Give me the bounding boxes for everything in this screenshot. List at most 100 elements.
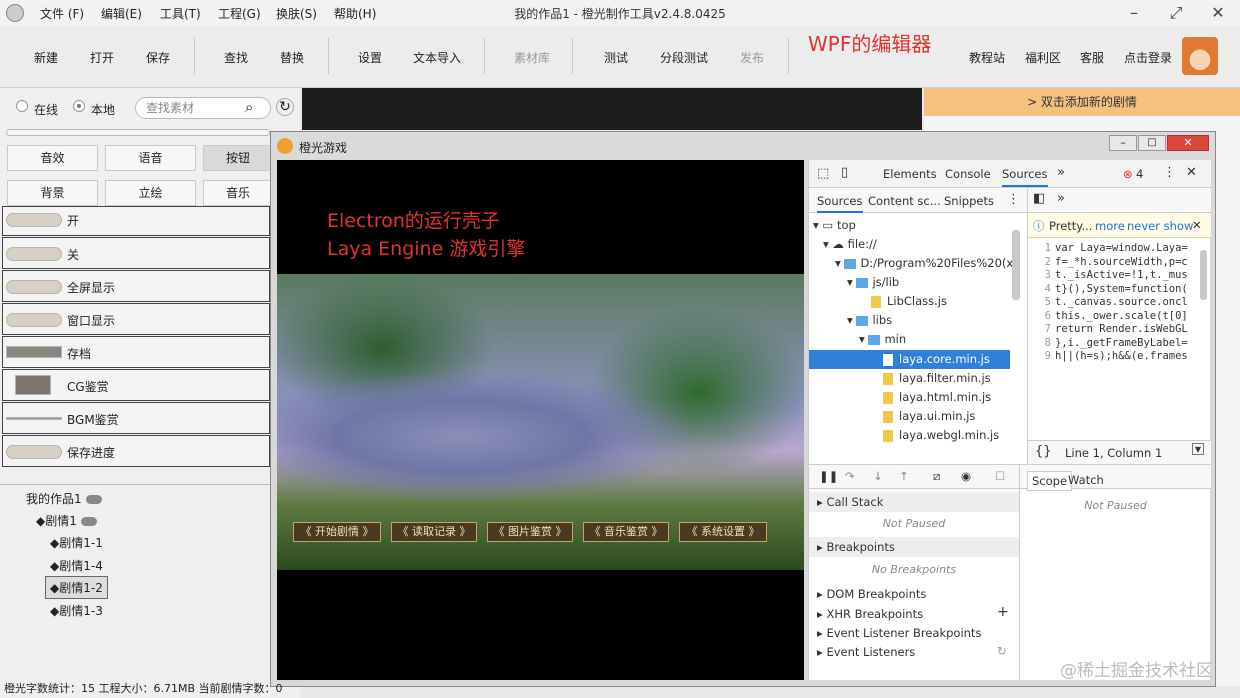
minimize-icon[interactable]: –	[1122, 2, 1146, 24]
cat-music[interactable]: 音乐	[203, 180, 273, 206]
segment-test-button[interactable]: 分段测试	[660, 49, 708, 66]
kebab-menu-icon[interactable]: ⋮	[1163, 165, 1176, 180]
dom-breakpoints-header[interactable]: ▸ DOM Breakpoints	[817, 587, 926, 601]
asset-item[interactable]: 全屏显示	[2, 270, 270, 302]
tab-watch[interactable]: Watch	[1068, 473, 1104, 487]
tab-console[interactable]: Console	[945, 167, 991, 181]
support-link[interactable]: 客服	[1080, 49, 1104, 66]
tutorial-link[interactable]: 教程站	[969, 49, 1005, 66]
pause-icon[interactable]: ❚❚	[819, 469, 838, 483]
load-record-button[interactable]: 《 读取记录 》	[391, 522, 477, 542]
subtab-content-scripts[interactable]: Content sc...	[868, 194, 941, 208]
inspect-icon[interactable]: ⬚	[817, 166, 829, 181]
deactivate-breakpoints-icon[interactable]: ⧄	[933, 469, 940, 484]
tree-jslib[interactable]: ▾ js/lib	[847, 275, 899, 289]
pause-on-exceptions-icon[interactable]: ◉	[961, 469, 971, 483]
system-settings-button[interactable]: 《 系统设置 》	[679, 522, 767, 542]
save-button[interactable]: 保存	[146, 49, 170, 66]
navigator-scrollbar[interactable]	[1012, 230, 1020, 300]
category-scrollbar[interactable]	[6, 129, 270, 136]
close-icon[interactable]: ✕	[1167, 135, 1209, 151]
tree-min[interactable]: ▾ min	[859, 332, 906, 346]
navigator-menu-icon[interactable]: ⋮	[1007, 192, 1020, 207]
tree-child[interactable]: ◆剧情1-4	[50, 557, 103, 574]
online-radio[interactable]	[16, 100, 28, 112]
refresh-icon[interactable]: ↻	[276, 98, 294, 116]
find-button[interactable]: 查找	[224, 49, 248, 66]
collapse-icon[interactable]	[80, 517, 97, 526]
welfare-link[interactable]: 福利区	[1025, 49, 1061, 66]
tree-file-item[interactable]: laya.webgl.min.js	[883, 428, 999, 442]
asset-item[interactable]: 开	[2, 206, 270, 236]
tree-file-item[interactable]: laya.ui.min.js	[883, 409, 975, 423]
event-listeners-header[interactable]: ▸ Event Listeners	[817, 645, 915, 659]
asset-library-button[interactable]: 素材库	[514, 49, 550, 66]
subtab-sources[interactable]: Sources	[817, 194, 863, 213]
login-link[interactable]: 点击登录	[1124, 49, 1172, 66]
error-icon[interactable]: ⊗	[1123, 167, 1133, 181]
tree-child-selected[interactable]: ◆剧情1-2	[45, 576, 108, 599]
asset-item[interactable]: CG鉴赏	[2, 369, 270, 401]
settings-button[interactable]: 设置	[358, 49, 382, 66]
tree-libs[interactable]: ▾ libs	[847, 313, 892, 327]
gallery-button[interactable]: 《 图片鉴赏 》	[487, 522, 573, 542]
add-scene-hint[interactable]: > 双击添加新的剧情	[924, 88, 1240, 116]
close-infobar-icon[interactable]: ✕	[1192, 218, 1202, 232]
local-radio[interactable]	[73, 100, 85, 112]
maximize-icon[interactable]: □	[1138, 135, 1166, 151]
call-stack-header[interactable]: ▸ Call Stack	[809, 492, 1019, 512]
tree-root[interactable]: 我的作品1	[26, 490, 102, 507]
device-toggle-icon[interactable]: ▯	[841, 165, 848, 180]
tree-top[interactable]: ▾ ▭ top	[813, 218, 856, 232]
asset-item[interactable]: 保存进度	[2, 435, 270, 467]
async-checkbox-icon[interactable]: ☐	[995, 469, 1005, 483]
tree-libclass[interactable]: LibClass.js	[871, 294, 947, 308]
add-xhr-breakpoint-icon[interactable]: +	[997, 604, 1009, 620]
asset-item[interactable]: 窗口显示	[2, 303, 270, 335]
close-icon[interactable]: ✕	[1206, 2, 1230, 24]
xhr-breakpoints-header[interactable]: ▸ XHR Breakpoints	[817, 607, 923, 621]
tree-file[interactable]: ▾ ☁ file://	[823, 237, 877, 251]
open-button[interactable]: 打开	[90, 49, 114, 66]
never-show-link[interactable]: never show	[1127, 219, 1193, 233]
tree-path[interactable]: ▾ D:/Program%20Files%20(x8	[835, 256, 1021, 270]
code-editor[interactable]: var Laya=window.Laya= f=_*h.sourceWidth,…	[1055, 242, 1199, 364]
breakpoints-header[interactable]: ▸ Breakpoints	[809, 537, 1019, 557]
publish-button[interactable]: 发布	[740, 49, 764, 66]
editor-scrollbar[interactable]	[1200, 250, 1207, 300]
cat-button[interactable]: 按钮	[203, 145, 273, 171]
music-gallery-button[interactable]: 《 音乐鉴赏 》	[583, 522, 669, 542]
text-import-button[interactable]: 文本导入	[413, 49, 461, 66]
search-icon[interactable]: ⌕	[245, 98, 253, 116]
close-devtools-icon[interactable]: ✕	[1186, 165, 1197, 180]
more-link[interactable]: more	[1095, 219, 1125, 233]
refresh-listeners-icon[interactable]: ↻	[997, 644, 1007, 658]
tree-file-item[interactable]: laya.filter.min.js	[883, 371, 991, 385]
minimize-icon[interactable]: –	[1109, 135, 1137, 151]
step-out-icon[interactable]: ↑	[899, 469, 909, 483]
asset-item[interactable]: BGM鉴赏	[2, 402, 270, 434]
subtab-snippets[interactable]: Snippets	[944, 194, 994, 208]
more-editor-tabs-icon[interactable]: »	[1057, 191, 1065, 206]
toggle-navigator-icon[interactable]: ◧	[1033, 191, 1045, 206]
tab-sources[interactable]: Sources	[1002, 167, 1048, 187]
start-story-button[interactable]: 《 开始剧情 》	[293, 522, 381, 542]
cat-voice[interactable]: 语音	[105, 145, 196, 171]
tree-file-item[interactable]: laya.html.min.js	[883, 390, 991, 404]
step-over-icon[interactable]: ↷	[845, 469, 855, 483]
cat-portrait[interactable]: 立绘	[105, 180, 196, 206]
event-listener-breakpoints-header[interactable]: ▸ Event Listener Breakpoints	[817, 626, 981, 640]
tree-file-selected[interactable]: laya.core.min.js	[809, 350, 1010, 369]
asset-item[interactable]: 关	[2, 237, 270, 269]
step-into-icon[interactable]: ↓	[873, 469, 883, 483]
test-button[interactable]: 测试	[604, 49, 628, 66]
replace-button[interactable]: 替换	[280, 49, 304, 66]
tree-child[interactable]: ◆剧情1-1	[50, 534, 103, 551]
collapse-icon[interactable]	[85, 495, 102, 504]
new-button[interactable]: 新建	[34, 49, 58, 66]
console-drawer-icon[interactable]: ▾	[1192, 443, 1204, 455]
more-tabs-icon[interactable]: »	[1057, 165, 1065, 180]
tab-elements[interactable]: Elements	[883, 167, 937, 181]
restore-icon[interactable]: ⤢	[1164, 2, 1188, 24]
cat-background[interactable]: 背景	[7, 180, 98, 206]
